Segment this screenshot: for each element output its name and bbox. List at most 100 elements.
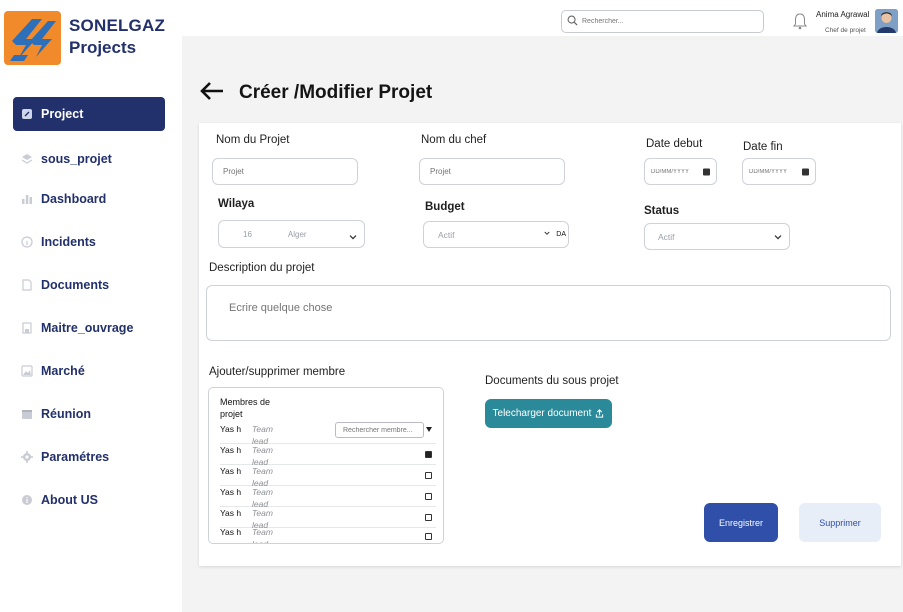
user-role: Chef de projet xyxy=(825,27,866,34)
user-name: Anima Agrawal xyxy=(816,10,870,19)
wilaya-label: Wilaya xyxy=(218,198,255,210)
calendar-icon[interactable] xyxy=(802,168,809,175)
sidebar-item-label: Project xyxy=(41,107,84,121)
sidebar-item-label: Maitre_ouvrage xyxy=(41,321,134,335)
member-checkbox[interactable] xyxy=(425,533,432,540)
members-panel: Membres de projet Yas h Team lead Yas h … xyxy=(208,387,444,544)
sidebar-item-maitre-ouvrage[interactable]: Maitre_ouvrage xyxy=(13,311,165,345)
member-name: Yas h xyxy=(220,466,242,476)
sidebar-item-parametres[interactable]: Paramétres xyxy=(13,440,165,474)
global-search[interactable] xyxy=(561,10,764,33)
member-checkbox[interactable] xyxy=(425,514,432,521)
info-icon xyxy=(21,494,33,506)
members-title: Membres de projet xyxy=(220,397,271,419)
sidebar-item-label: Dashboard xyxy=(41,192,107,206)
project-form-card: Nom du Projet Nom du chef Date debut Dat… xyxy=(199,123,901,566)
upload-document-button[interactable]: Telecharger document xyxy=(485,399,612,428)
upload-icon xyxy=(596,409,604,418)
sidebar-item-label: Documents xyxy=(41,278,110,292)
bar-chart-icon xyxy=(21,193,33,205)
member-role: Team lead xyxy=(252,527,273,544)
sidebar-item-documents[interactable]: Documents xyxy=(13,268,165,302)
member-row[interactable]: Yas h Team lead xyxy=(220,465,436,488)
document-icon xyxy=(21,279,33,291)
sidebar-item-about-us[interactable]: About US xyxy=(13,483,165,517)
layers-icon xyxy=(21,153,33,165)
description-input[interactable] xyxy=(207,286,890,340)
sidebar-item-sous-projet[interactable]: sous_projet xyxy=(13,142,165,176)
delete-button[interactable]: Supprimer xyxy=(799,503,881,542)
sidebar-item-label: About US xyxy=(41,493,98,507)
sidebar-item-label: Marché xyxy=(41,364,85,378)
building-icon xyxy=(21,322,33,334)
member-name: Yas h xyxy=(220,424,242,434)
chevron-down-icon xyxy=(774,234,782,239)
sonelgaz-logo xyxy=(4,11,61,65)
sidebar-item-label: Incidents xyxy=(41,235,96,249)
page-title: Créer /Modifier Projet xyxy=(239,82,433,103)
nom-chef-input[interactable] xyxy=(430,167,564,176)
edit-icon xyxy=(21,108,33,120)
image-icon xyxy=(21,365,33,377)
budget-value: Actif xyxy=(438,229,455,240)
member-checkbox[interactable] xyxy=(425,493,432,500)
budget-unit: DA xyxy=(556,230,566,238)
member-row[interactable]: Yas h Team lead xyxy=(220,507,436,530)
member-row[interactable]: Yas h Team lead xyxy=(220,423,436,446)
budget-select[interactable]: Actif DA xyxy=(423,221,569,248)
member-checkbox[interactable] xyxy=(425,472,432,479)
back-arrow-icon[interactable] xyxy=(199,80,225,102)
member-row[interactable]: Yas h Team lead xyxy=(220,444,436,467)
wilaya-code: 16 xyxy=(243,229,252,239)
member-row[interactable]: Yas h Team lead xyxy=(220,486,436,509)
nom-projet-label: Nom du Projet xyxy=(216,134,290,146)
sidebar-item-label: Réunion xyxy=(41,407,91,421)
info-icon xyxy=(21,236,33,248)
wilaya-select[interactable]: 16 Alger xyxy=(218,220,365,248)
sidebar-item-incidents[interactable]: Incidents xyxy=(13,225,165,259)
nom-projet-input[interactable] xyxy=(223,167,357,176)
chevron-down-icon xyxy=(544,231,550,235)
gear-icon xyxy=(21,451,33,463)
member-row[interactable]: Yas h Team lead xyxy=(220,526,436,544)
sidebar-item-reunion[interactable]: Réunion xyxy=(13,397,165,431)
status-label: Status xyxy=(644,205,680,217)
nom-chef-label: Nom du chef xyxy=(421,134,487,146)
brand-name: SONELGAZ xyxy=(69,16,166,35)
member-name: Yas h xyxy=(220,487,242,497)
documents-label: Documents du sous projet xyxy=(485,375,619,387)
search-icon xyxy=(567,13,578,31)
nom-projet-field[interactable] xyxy=(212,158,358,185)
sidebar: SONELGAZ Projects Project sous_projet Da… xyxy=(0,0,182,612)
sidebar-item-label: Paramétres xyxy=(41,450,110,464)
sidebar-item-label: sous_projet xyxy=(41,152,112,166)
status-value: Actif xyxy=(658,231,675,242)
brand-subtitle: Projects xyxy=(69,38,137,57)
budget-label: Budget xyxy=(425,201,465,213)
date-debut-field[interactable] xyxy=(644,158,717,185)
wilaya-value: Alger xyxy=(287,229,307,239)
search-input[interactable] xyxy=(582,18,752,25)
avatar[interactable] xyxy=(875,9,898,33)
upload-label: Telecharger document xyxy=(492,408,592,419)
calendar-icon xyxy=(21,408,33,420)
date-debut-label: Date debut xyxy=(646,138,703,150)
member-name: Yas h xyxy=(220,445,242,455)
member-name: Yas h xyxy=(220,508,242,518)
nom-chef-field[interactable] xyxy=(419,158,565,185)
notification-bell-icon[interactable] xyxy=(792,12,808,30)
description-field[interactable] xyxy=(206,285,891,341)
calendar-icon[interactable] xyxy=(703,168,710,175)
save-button[interactable]: Enregistrer xyxy=(704,503,778,542)
members-label: Ajouter/supprimer membre xyxy=(209,366,346,378)
sidebar-item-dashboard[interactable]: Dashboard xyxy=(13,182,165,216)
sidebar-item-marche[interactable]: Marché xyxy=(13,354,165,388)
member-checkbox[interactable] xyxy=(425,451,432,458)
status-select[interactable]: Actif xyxy=(644,223,790,250)
chevron-down-icon xyxy=(349,235,357,240)
description-label: Description du projet xyxy=(209,262,315,274)
date-fin-field[interactable] xyxy=(742,158,816,185)
member-name: Yas h xyxy=(220,527,242,537)
sidebar-item-project[interactable]: Project xyxy=(13,97,165,131)
date-fin-label: Date fin xyxy=(743,141,783,153)
